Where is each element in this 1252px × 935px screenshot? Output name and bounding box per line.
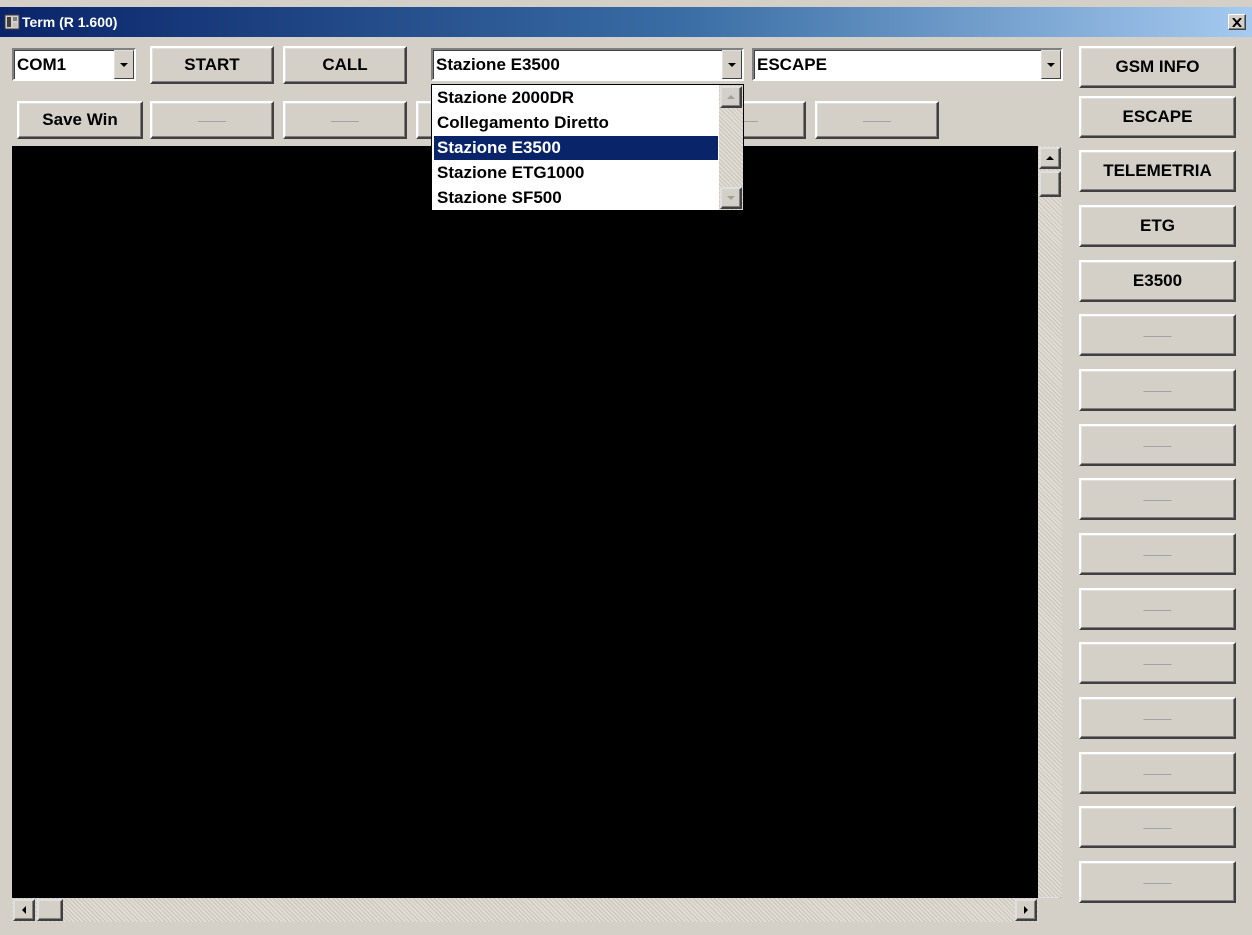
terminal-app-icon bbox=[4, 14, 20, 30]
side-button-10[interactable]: —— bbox=[1079, 533, 1236, 575]
arrow-up-icon bbox=[1046, 156, 1054, 160]
vertical-scrollbar[interactable] bbox=[1038, 146, 1062, 919]
dropdown-scroll-down-button[interactable] bbox=[720, 187, 742, 209]
side-button-4[interactable]: ETG bbox=[1079, 205, 1236, 247]
side-button-5[interactable]: E3500 bbox=[1079, 260, 1236, 302]
command-select[interactable]: ESCAPE bbox=[752, 48, 1063, 81]
title-bar[interactable]: Term (R 1.600) bbox=[0, 7, 1252, 37]
arrow-left-icon bbox=[22, 906, 26, 914]
side-button-12[interactable]: —— bbox=[1079, 642, 1236, 684]
horizontal-scrollbar[interactable] bbox=[12, 898, 1038, 922]
port-select-arrow[interactable] bbox=[114, 50, 134, 79]
scroll-up-button[interactable] bbox=[1039, 147, 1061, 169]
station-option-1[interactable]: Stazione 2000DR bbox=[434, 86, 718, 110]
side-button-1[interactable]: GSM INFO bbox=[1079, 46, 1236, 88]
empty-button-1[interactable]: —— bbox=[150, 101, 274, 139]
station-dropdown-list[interactable]: Stazione 2000DR Collegamento Diretto Sta… bbox=[431, 84, 744, 211]
terminal-output[interactable] bbox=[12, 146, 1038, 898]
call-button[interactable]: CALL bbox=[283, 46, 407, 84]
start-button[interactable]: START bbox=[150, 46, 274, 84]
chevron-down-icon bbox=[120, 62, 128, 67]
side-button-2[interactable]: ESCAPE bbox=[1079, 96, 1236, 138]
station-option-4[interactable]: Stazione ETG1000 bbox=[434, 161, 718, 185]
side-button-8[interactable]: —— bbox=[1079, 424, 1236, 466]
station-option-5[interactable]: Stazione SF500 bbox=[434, 186, 718, 210]
chevron-down-icon bbox=[728, 62, 736, 67]
side-button-16[interactable]: —— bbox=[1079, 861, 1236, 903]
side-button-15[interactable]: —— bbox=[1079, 806, 1236, 848]
empty-button-2[interactable]: —— bbox=[283, 101, 407, 139]
station-option-3[interactable]: Stazione E3500 bbox=[434, 136, 718, 160]
scroll-right-button[interactable] bbox=[1015, 899, 1037, 921]
side-button-7[interactable]: —— bbox=[1079, 369, 1236, 411]
horizontal-scroll-thumb[interactable] bbox=[37, 899, 63, 921]
port-select-value: COM1 bbox=[17, 54, 67, 74]
side-button-14[interactable]: —— bbox=[1079, 752, 1236, 794]
close-icon bbox=[1232, 17, 1242, 27]
term-window: Term (R 1.600) COM1 START CALL Stazione … bbox=[0, 0, 1252, 935]
arrow-right-icon bbox=[1024, 906, 1028, 914]
empty-button-6[interactable]: —— bbox=[815, 101, 939, 139]
close-button[interactable] bbox=[1228, 14, 1246, 30]
side-button-13[interactable]: —— bbox=[1079, 697, 1236, 739]
command-select-arrow[interactable] bbox=[1041, 50, 1061, 79]
window-title: Term (R 1.600) bbox=[22, 14, 118, 30]
station-select-arrow[interactable] bbox=[722, 50, 742, 79]
command-select-value: ESCAPE bbox=[757, 54, 827, 74]
side-button-3[interactable]: TELEMETRIA bbox=[1079, 150, 1236, 192]
save-win-button[interactable]: Save Win bbox=[17, 101, 143, 139]
chevron-down-icon bbox=[1047, 62, 1055, 67]
dropdown-scrollbar[interactable] bbox=[719, 85, 743, 210]
dropdown-scroll-up-button[interactable] bbox=[720, 86, 742, 108]
side-button-6[interactable]: —— bbox=[1079, 314, 1236, 356]
arrow-up-icon bbox=[727, 95, 735, 99]
vertical-scroll-thumb[interactable] bbox=[1039, 171, 1061, 197]
side-button-11[interactable]: —— bbox=[1079, 588, 1236, 630]
station-select-value: Stazione E3500 bbox=[436, 54, 560, 74]
scroll-left-button[interactable] bbox=[13, 899, 35, 921]
station-option-2[interactable]: Collegamento Diretto bbox=[434, 111, 718, 135]
scrollbar-corner bbox=[1038, 898, 1062, 922]
side-button-9[interactable]: —— bbox=[1079, 478, 1236, 520]
station-select[interactable]: Stazione E3500 bbox=[431, 48, 744, 81]
arrow-down-icon bbox=[727, 196, 735, 200]
port-select[interactable]: COM1 bbox=[12, 48, 136, 81]
